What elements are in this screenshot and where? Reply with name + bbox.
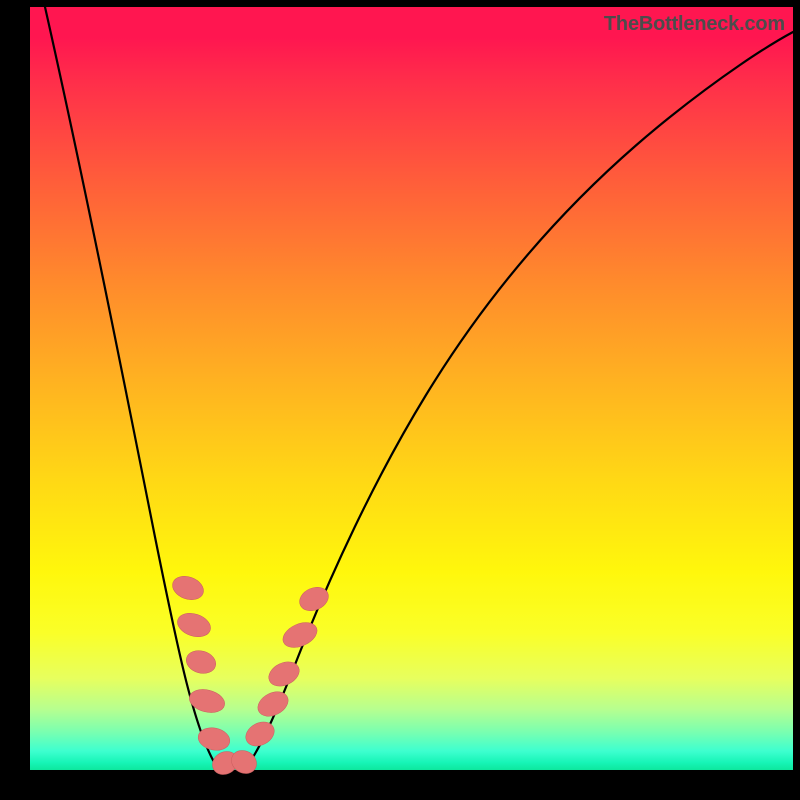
plot-area: TheBottleneck.com [30,7,793,770]
curve-marker [279,618,321,653]
bottleneck-curve [45,7,793,777]
curve-marker [196,725,232,753]
curve-markers [169,572,332,779]
curve-marker [169,572,207,604]
chart-frame: TheBottleneck.com [0,0,800,800]
curve-marker [184,647,219,676]
curve-marker [265,657,303,690]
curve-marker [174,609,213,640]
chart-svg [30,7,793,770]
curve-marker [242,717,279,751]
curve-marker [187,686,227,716]
